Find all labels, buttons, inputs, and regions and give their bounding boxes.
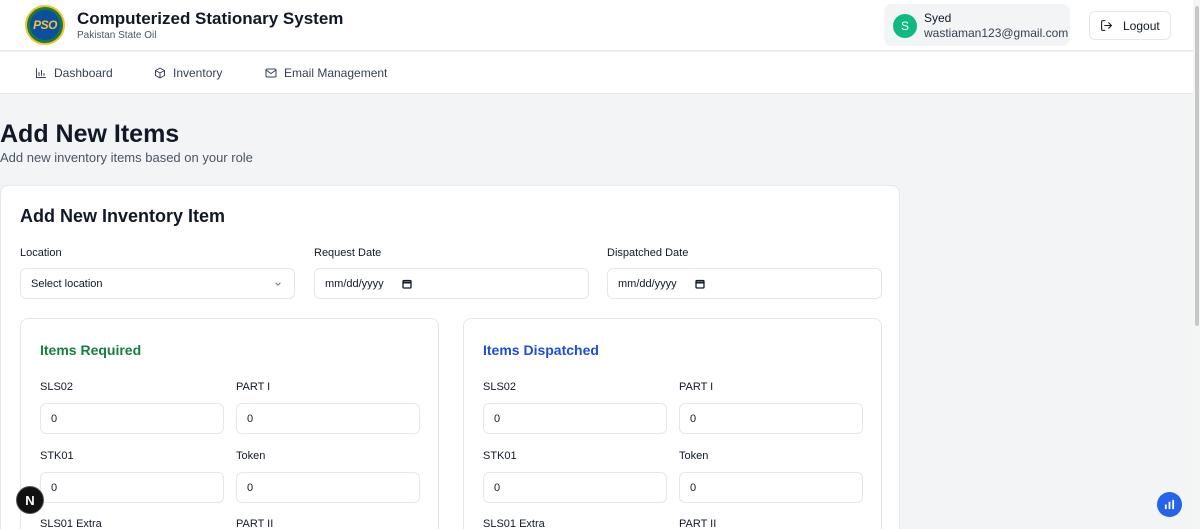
- pso-logo-text: PSO: [30, 10, 60, 40]
- required-token-label: Token: [236, 450, 266, 462]
- user-profile[interactable]: S Syed wastiaman123@gmail.com: [884, 4, 1070, 46]
- nav-dashboard[interactable]: Dashboard: [35, 66, 113, 80]
- page-title: Add New Items: [0, 120, 180, 148]
- app-header: PSO Computerized Stationary System Pakis…: [0, 0, 1200, 51]
- card-title: Add New Inventory Item: [20, 206, 226, 226]
- items-required-panel: Items Required SLS02 PART I 0 0 STK01 To…: [20, 318, 439, 529]
- pso-logo: PSO: [25, 5, 65, 45]
- floating-action-button[interactable]: [1157, 492, 1182, 517]
- dispatched-part2-label: PART II: [679, 518, 717, 529]
- required-token-input[interactable]: 0: [236, 472, 420, 503]
- required-part2-label: PART II: [236, 518, 274, 529]
- required-sls02-label: SLS02: [40, 381, 74, 393]
- add-item-card: Add New Inventory Item Location Select l…: [0, 185, 900, 529]
- nav-email-management[interactable]: Email Management: [265, 66, 387, 80]
- nav-inventory[interactable]: Inventory: [154, 66, 222, 80]
- items-required-title: Items Required: [40, 342, 142, 358]
- user-name: Syed: [924, 11, 952, 25]
- page-subtitle: Add new inventory items based on your ro…: [0, 150, 253, 165]
- main-nav: Dashboard Inventory Email Management: [0, 52, 1200, 94]
- request-date-input[interactable]: mm/dd/yyyy: [314, 268, 589, 299]
- app-title: Computerized Stationary System: [77, 9, 344, 28]
- location-select-value: Select location: [31, 277, 103, 290]
- logout-label: Logout: [1123, 18, 1160, 33]
- dispatched-part1-label: PART I: [679, 381, 714, 393]
- request-date-label: Request Date: [314, 247, 382, 259]
- calendar-icon[interactable]: [402, 279, 412, 289]
- dispatched-stk01-input[interactable]: 0: [483, 472, 667, 503]
- nav-dashboard-label: Dashboard: [54, 66, 113, 80]
- nav-inventory-label: Inventory: [173, 66, 223, 80]
- chart-icon: [1164, 499, 1175, 510]
- items-dispatched-title: Items Dispatched: [483, 342, 599, 358]
- bar-chart-icon: [36, 68, 46, 78]
- app-subtitle: Pakistan State Oil: [77, 30, 157, 41]
- request-date-placeholder: mm/dd/yyyy: [325, 277, 384, 290]
- required-sls02-input[interactable]: 0: [40, 403, 224, 434]
- user-email: wastiaman123@gmail.com: [924, 26, 1069, 40]
- dispatched-sls02-input[interactable]: 0: [483, 403, 667, 434]
- mail-icon: [265, 68, 277, 78]
- items-dispatched-panel: Items Dispatched SLS02 PART I 0 0 STK01 …: [463, 318, 882, 529]
- dispatched-part1-input[interactable]: 0: [679, 403, 863, 434]
- dispatched-sls02-label: SLS02: [483, 381, 517, 393]
- dispatched-stk01-label: STK01: [483, 450, 517, 462]
- package-icon: [155, 67, 165, 79]
- nextjs-dev-badge[interactable]: N: [16, 486, 44, 514]
- calendar-icon[interactable]: [695, 279, 705, 289]
- required-part1-label: PART I: [236, 381, 271, 393]
- dispatched-date-label: Dispatched Date: [607, 247, 689, 259]
- required-stk01-label: STK01: [40, 450, 74, 462]
- location-select[interactable]: Select location: [20, 268, 295, 299]
- avatar: S: [893, 14, 917, 38]
- required-sls01-extra-label: SLS01 Extra: [40, 518, 102, 529]
- scrollbar-thumb[interactable]: [1195, 6, 1199, 326]
- dispatched-token-label: Token: [679, 450, 709, 462]
- location-label: Location: [20, 247, 62, 259]
- dispatched-token-input[interactable]: 0: [679, 472, 863, 503]
- logout-icon: [1101, 20, 1112, 31]
- dispatched-date-placeholder: mm/dd/yyyy: [618, 277, 677, 290]
- logout-button[interactable]: Logout: [1089, 11, 1171, 40]
- dispatched-sls01-extra-label: SLS01 Extra: [483, 518, 545, 529]
- required-stk01-input[interactable]: 0: [40, 472, 224, 503]
- nav-email-label: Email Management: [284, 66, 388, 80]
- chevron-down-icon: [275, 282, 281, 286]
- dispatched-date-input[interactable]: mm/dd/yyyy: [607, 268, 882, 299]
- required-part1-input[interactable]: 0: [236, 403, 420, 434]
